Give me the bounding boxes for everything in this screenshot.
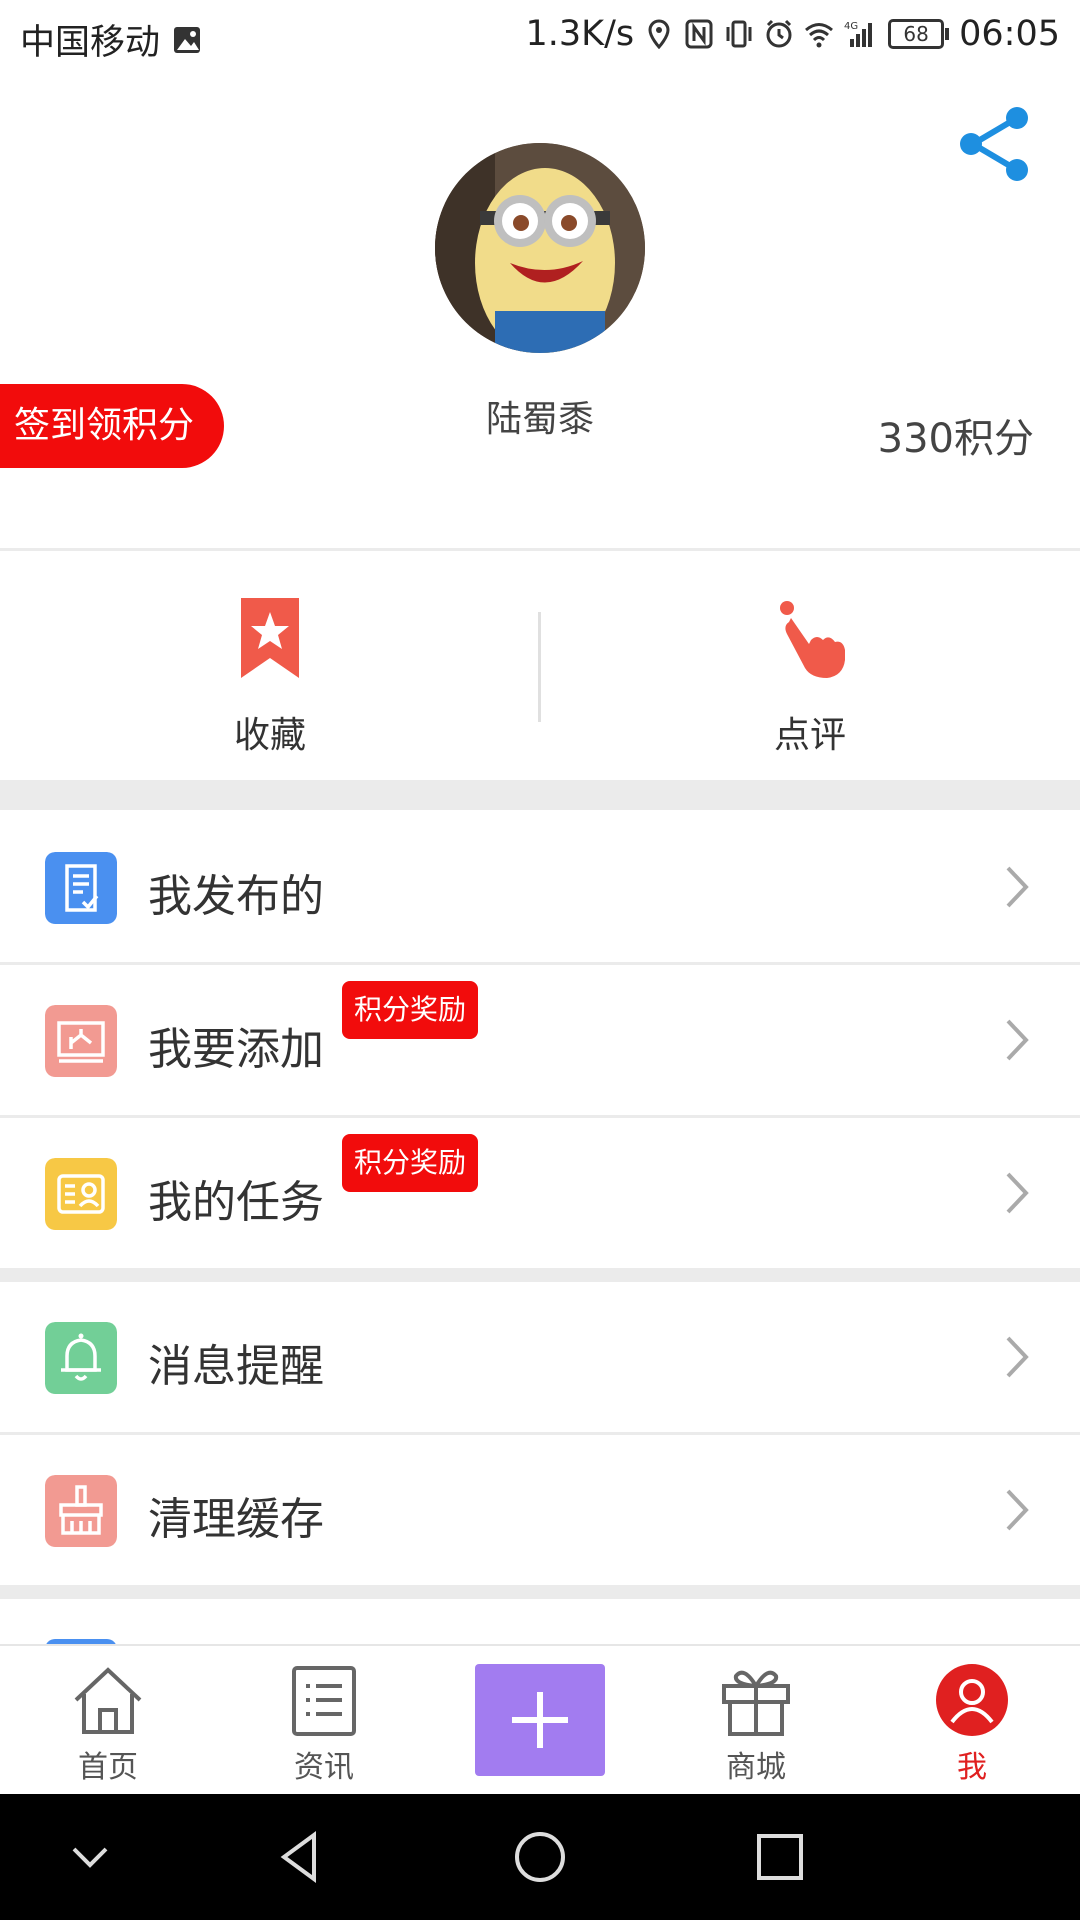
favorites-label: 收藏: [233, 715, 306, 756]
status-bar: 中国移动 1.3K/s 4G 68 06:05: [0, 0, 1080, 76]
review-label: 点评: [773, 715, 846, 756]
task-card-icon: [45, 1158, 117, 1230]
clock: 06:05: [959, 14, 1060, 54]
back-icon[interactable]: [270, 1827, 330, 1887]
document-check-icon: [45, 852, 117, 924]
alarm-icon: [766, 19, 792, 48]
system-nav-bar: [0, 1794, 1080, 1920]
chevron-right-icon: [1006, 866, 1029, 908]
divider: [0, 548, 1080, 551]
broom-icon: [45, 1475, 117, 1547]
section-gap: [0, 780, 1080, 810]
section-gap: [0, 1268, 1080, 1282]
news-list-icon: [292, 1666, 356, 1736]
location-icon: [648, 19, 670, 49]
avatar[interactable]: [435, 143, 645, 353]
tab-label: 商城: [726, 1750, 786, 1785]
section-gap: [0, 1585, 1080, 1599]
reward-badge: 积分奖励: [342, 1134, 479, 1192]
battery-indicator: 68: [888, 19, 950, 49]
menu-label: 消息提醒: [148, 1341, 324, 1392]
chevron-right-icon: [1006, 1172, 1029, 1214]
nfc-icon: [685, 19, 713, 49]
tab-label: 首页: [78, 1750, 138, 1785]
image-add-icon: [45, 1005, 117, 1077]
chevron-right-icon: [1006, 1019, 1029, 1061]
menu-label: 我的任务: [148, 1177, 324, 1228]
tab-label: 我: [957, 1750, 987, 1785]
tab-mall[interactable]: 商城: [648, 1646, 864, 1796]
wifi-icon: [805, 23, 834, 48]
vibrate-icon: [726, 20, 752, 48]
battery-nub: [945, 28, 950, 40]
menu-label: 我要添加: [148, 1024, 324, 1075]
gift-icon: [722, 1670, 790, 1736]
menu-item-clear-cache[interactable]: 清理缓存: [0, 1435, 1080, 1585]
menu-item-add[interactable]: 我要添加 积分奖励: [0, 965, 1080, 1115]
recents-icon[interactable]: [750, 1827, 810, 1887]
plus-icon: [512, 1692, 568, 1748]
tab-news[interactable]: 资讯: [216, 1646, 432, 1796]
bookmark-star-icon: [241, 598, 299, 678]
menu-label: 我发布的: [148, 871, 324, 922]
menu-label: 清理缓存: [148, 1494, 324, 1545]
tab-me[interactable]: 我: [864, 1646, 1080, 1796]
gallery-notification-icon: [174, 26, 201, 53]
carrier-name: 中国移动: [20, 23, 161, 63]
points-balance[interactable]: 330积分: [878, 406, 1034, 464]
network-speed: 1.3K/s: [525, 14, 635, 54]
avatar-image: [435, 143, 645, 353]
status-left: 中国移动: [20, 14, 202, 65]
chevron-down-icon[interactable]: [60, 1827, 120, 1887]
menu-item-my-posts[interactable]: 我发布的: [0, 812, 1080, 962]
home-icon: [74, 1667, 142, 1734]
tab-home[interactable]: 首页: [0, 1646, 216, 1796]
user-icon: [936, 1664, 1008, 1736]
share-icon[interactable]: [955, 104, 1035, 184]
signal-4g-icon: 4G: [844, 21, 873, 47]
battery-level: 68: [888, 19, 945, 49]
chevron-right-icon: [1006, 1489, 1029, 1531]
tab-label: 资讯: [294, 1750, 354, 1785]
status-right: 1.3K/s 4G 68 06:05: [525, 14, 1060, 54]
menu-item-partial[interactable]: [0, 1599, 1080, 1644]
home-circle-icon[interactable]: [510, 1827, 570, 1887]
add-button[interactable]: [475, 1664, 605, 1776]
bell-icon: [45, 1322, 117, 1394]
review-action[interactable]: 点评: [540, 556, 1080, 780]
favorites-action[interactable]: 收藏: [0, 556, 540, 780]
menu-item-tasks[interactable]: 我的任务 积分奖励: [0, 1118, 1080, 1268]
svg-text:4G: 4G: [844, 21, 858, 32]
reward-badge: 积分奖励: [342, 981, 479, 1039]
menu-item-notifications[interactable]: 消息提醒: [0, 1282, 1080, 1432]
tap-hand-icon: [780, 601, 845, 678]
chevron-right-icon: [1006, 1336, 1029, 1378]
